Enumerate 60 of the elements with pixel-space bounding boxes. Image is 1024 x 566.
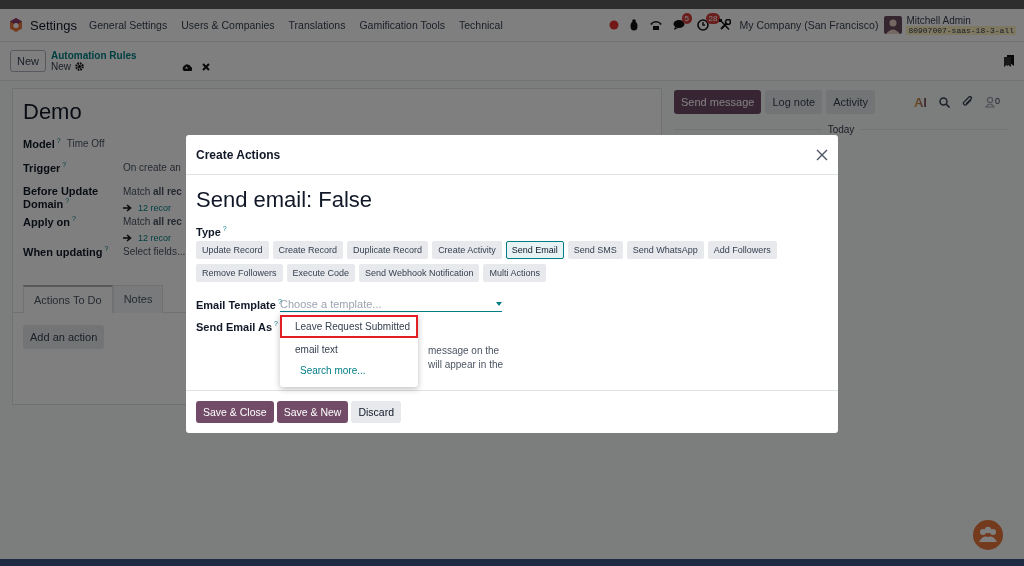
footer-button[interactable]: Save & New xyxy=(276,401,349,423)
menu-item[interactable]: Translations xyxy=(288,19,346,31)
help-text: will appear in the xyxy=(428,358,505,370)
menu-item[interactable]: General Settings xyxy=(89,19,168,31)
menu-item[interactable]: Gamification Tools xyxy=(359,19,445,31)
field-label: Model $^{?}$ xyxy=(23,137,61,152)
record-title: Demo xyxy=(23,99,83,125)
field-label: Trigger $^{?}$ xyxy=(23,161,68,176)
footer-button[interactable]: Save & Close xyxy=(196,401,274,423)
action-type-option[interactable]: Send WhatsApp xyxy=(626,241,704,259)
dialog-title: Create Actions xyxy=(196,147,281,162)
database-name: 80907007-saas-18-3-all xyxy=(906,26,1016,35)
field-value: Match all rec xyxy=(123,186,182,197)
action-type-option[interactable]: Create Activity xyxy=(432,241,502,259)
records-link[interactable]: 12 recor xyxy=(138,203,172,213)
dropdown-option[interactable]: Leave Request Submitted xyxy=(280,315,418,338)
add-action-button[interactable]: Add an action xyxy=(23,325,105,349)
help-text: message on the xyxy=(428,344,501,356)
breadcrumb-link[interactable]: Automation Rules xyxy=(51,50,137,61)
tab[interactable]: Notes xyxy=(112,285,164,313)
menu-item[interactable]: Users & Companies xyxy=(181,19,275,31)
chatter-button[interactable]: Log note xyxy=(765,90,823,114)
action-type-option[interactable]: Send SMS xyxy=(567,241,623,259)
action-heading: Send email: False xyxy=(196,187,374,213)
action-type-option[interactable]: Remove Followers xyxy=(196,264,283,282)
field-label: Send Email As $^{?}$ xyxy=(196,320,279,333)
company-switcher[interactable]: My Company (San Francisco) xyxy=(739,19,879,31)
field-value: On create an xyxy=(123,162,181,173)
action-type-option[interactable]: Create Record xyxy=(272,241,344,259)
action-type-option[interactable]: Execute Code xyxy=(286,264,356,282)
field-label: Type $^{?}$ xyxy=(196,226,227,238)
field-value: Time Off xyxy=(66,138,105,149)
records-link[interactable]: 12 recor xyxy=(138,233,172,243)
footer-button[interactable]: Discard xyxy=(351,401,401,423)
field-label: When updating $^{?}$ xyxy=(23,245,110,260)
field-value: Match all rec xyxy=(123,216,182,227)
action-type-option[interactable]: Update Record xyxy=(196,241,269,259)
action-type-option[interactable]: Send Webhook Notification xyxy=(359,264,480,282)
search-more-link[interactable]: Search more... xyxy=(280,361,418,382)
dropdown-option[interactable]: email text xyxy=(280,338,418,361)
new-button[interactable]: New xyxy=(10,50,46,72)
field-label: Email Template $^{?}$ xyxy=(196,298,280,312)
action-type-option[interactable]: Send Email xyxy=(505,241,564,259)
follower-count: 0 xyxy=(995,96,1000,108)
field-label: Apply on $^{?}$ xyxy=(23,215,77,230)
tab[interactable]: Actions To Do xyxy=(23,285,113,313)
message-count-badge: 5 xyxy=(681,13,692,24)
menu-item[interactable]: Technical xyxy=(459,19,503,31)
app-name[interactable]: Settings xyxy=(30,17,77,33)
date-separator: Today xyxy=(827,124,855,135)
record-name: New xyxy=(51,61,72,72)
action-type-option[interactable]: Add Followers xyxy=(707,241,777,259)
action-type-option[interactable]: Duplicate Record xyxy=(347,241,429,259)
chatter-button[interactable]: Send message xyxy=(674,90,762,114)
activity-count-badge: 28 xyxy=(705,13,721,24)
chatter-button[interactable]: Activity xyxy=(826,90,876,114)
action-type-option[interactable]: Multi Actions xyxy=(483,264,546,282)
field-label: Before Update Domain $^{?}$ xyxy=(23,185,100,212)
field-placeholder[interactable]: Select fields... xyxy=(123,246,186,257)
user-name[interactable]: Mitchell Admin xyxy=(906,15,1016,26)
